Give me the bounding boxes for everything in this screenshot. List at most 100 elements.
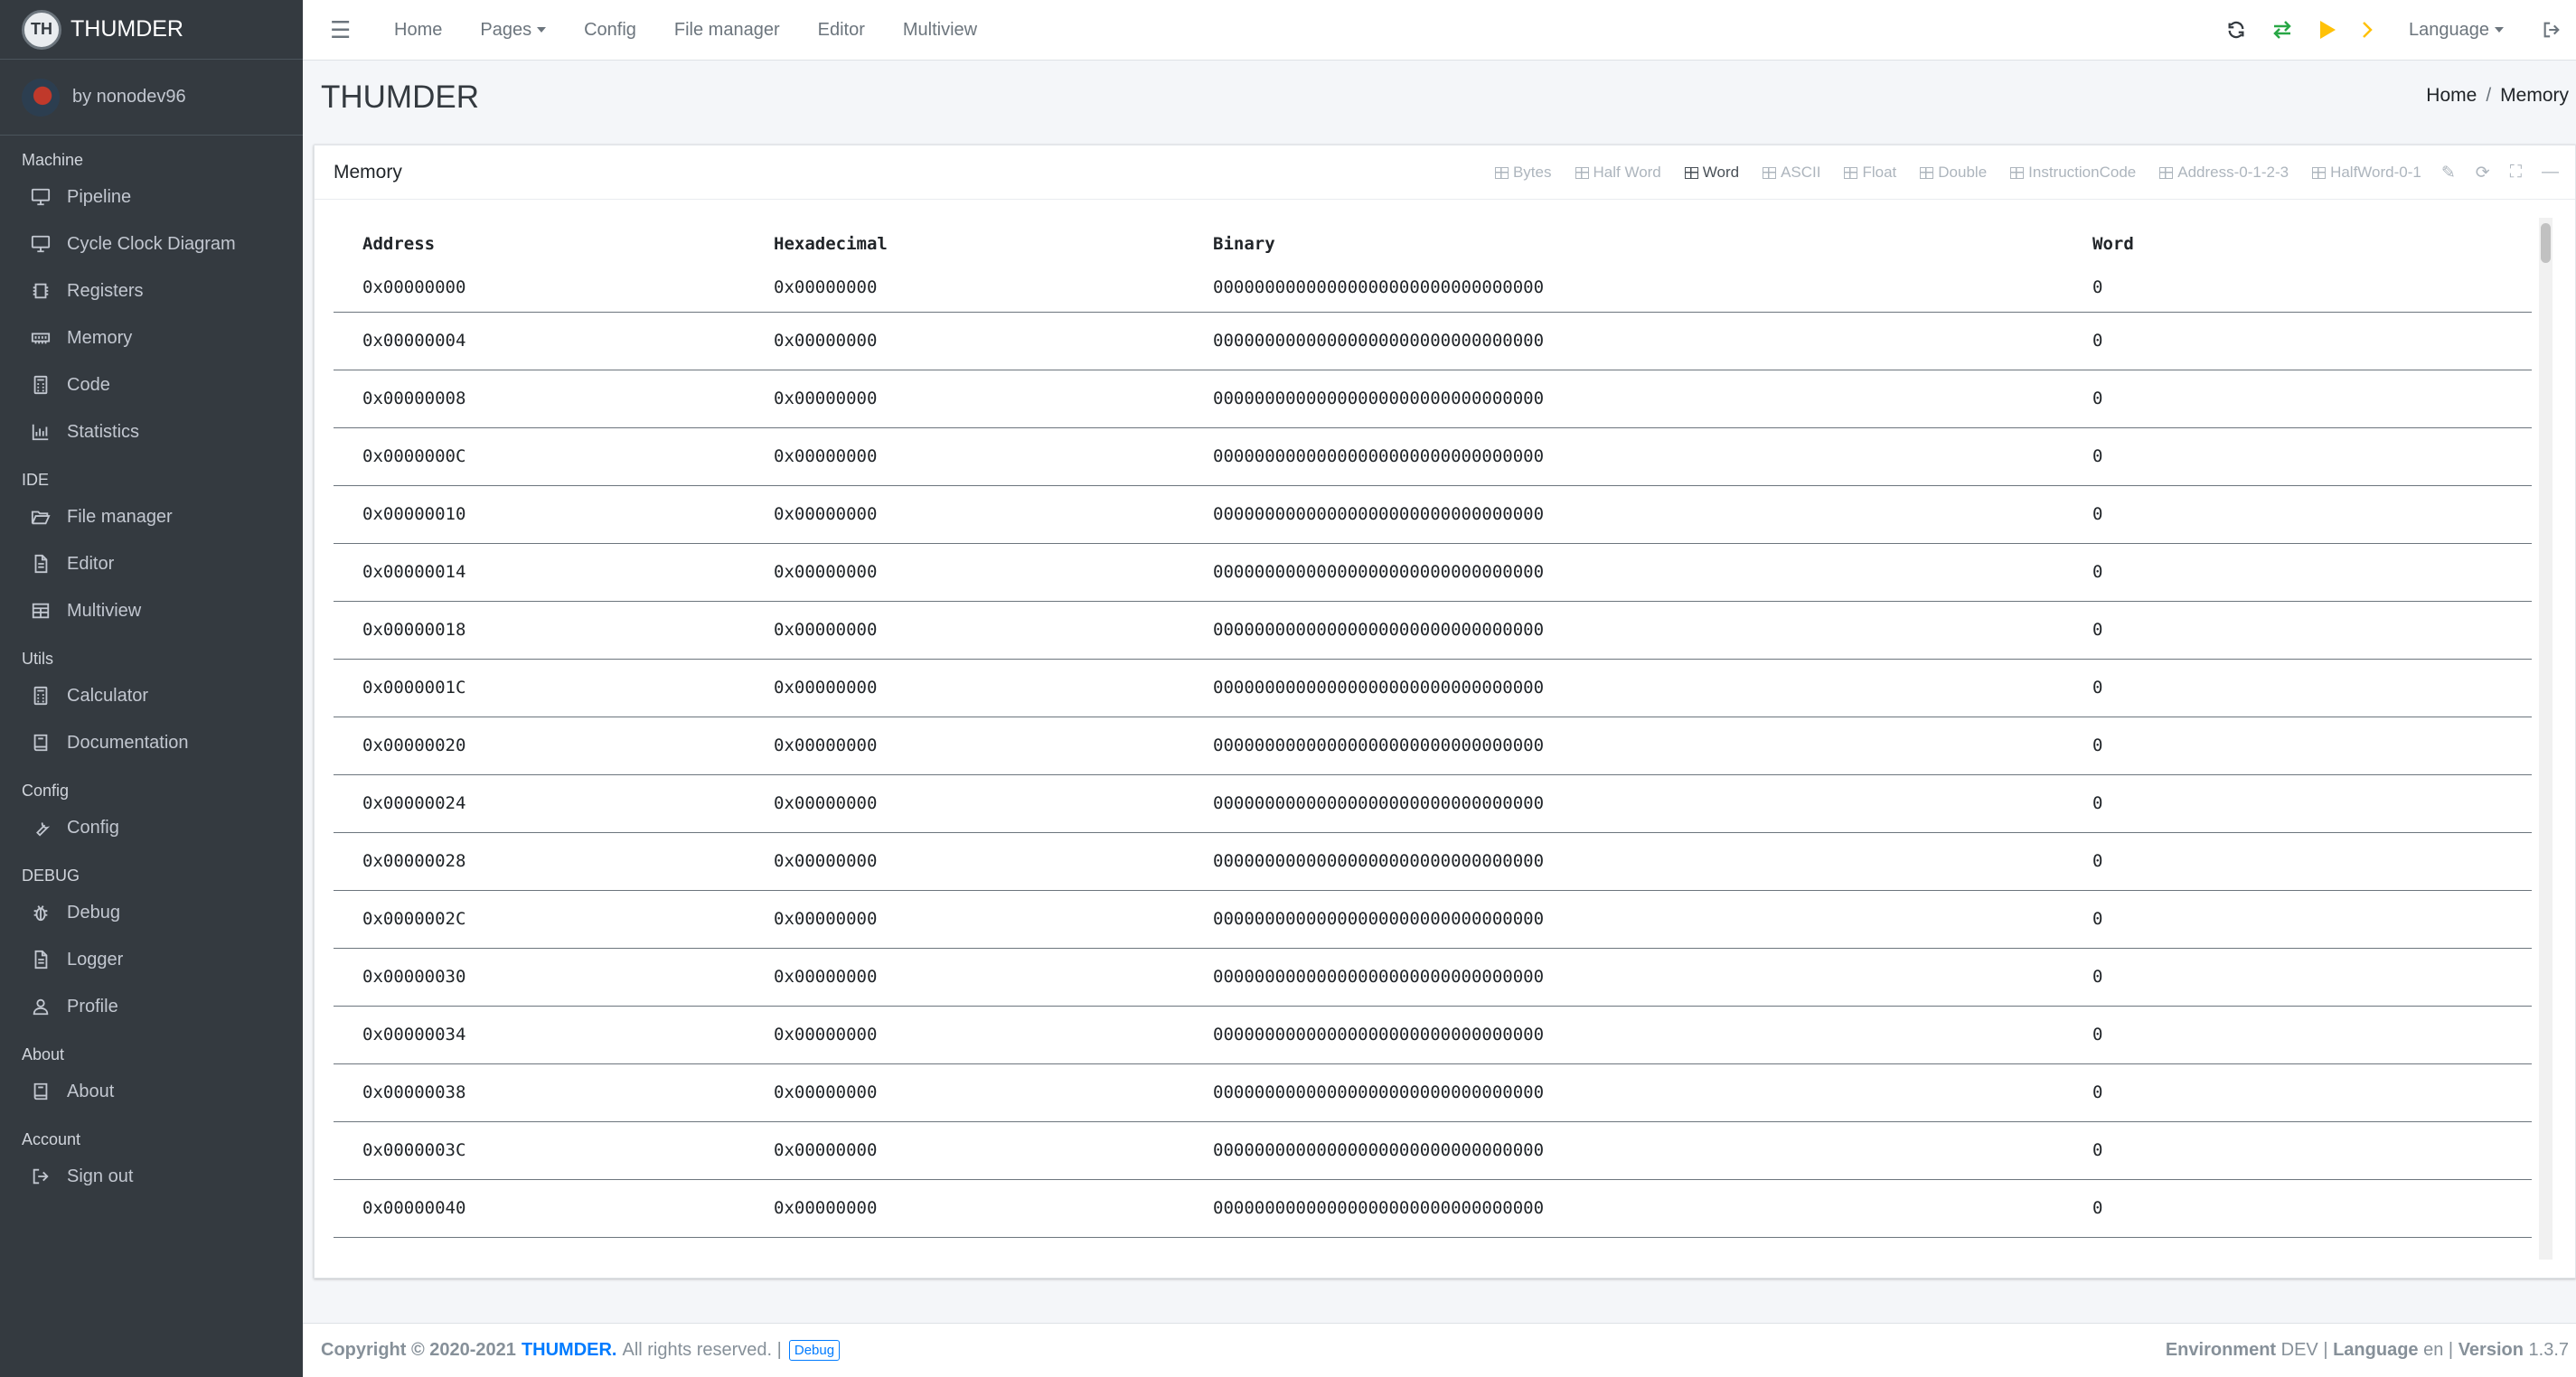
table-row[interactable]: 0x00000038 0x00000000 00000000000000000000… <box>334 1063 2532 1122</box>
cell-address: 0x00000028 <box>334 832 745 891</box>
cell-hexadecimal: 0x00000000 <box>745 890 1184 949</box>
table-scrollbar[interactable] <box>2539 218 2552 1260</box>
menu-toggle-icon[interactable]: ☰ <box>330 16 357 44</box>
view-mode-address-0-1-2-3[interactable]: Address-0-1-2-3 <box>2159 164 2289 182</box>
cell-word: 0 <box>2064 832 2532 891</box>
table-row[interactable]: 0x00000040 0x00000000 00000000000000000000… <box>334 1179 2532 1238</box>
scrollbar-thumb[interactable] <box>2541 223 2551 263</box>
cell-binary: 00000000000000000000000000000000 <box>1184 427 2064 486</box>
nav-link-pages-dropdown[interactable]: Pages <box>480 20 546 41</box>
table-row[interactable]: 0x00000028 0x00000000 00000000000000000000… <box>334 832 2532 891</box>
view-mode-label: Half Word <box>1593 164 1661 181</box>
sidebar-item-debug[interactable]: Debug <box>0 889 303 936</box>
view-mode-word[interactable]: Word <box>1684 164 1740 182</box>
column-header-binary[interactable]: Binary <box>1184 207 2064 263</box>
sidebar-item-file-manager[interactable]: File manager <box>0 493 303 540</box>
view-mode-instructioncode[interactable]: InstructionCode <box>2010 164 2136 182</box>
column-header-address[interactable]: Address <box>334 207 745 263</box>
column-header-word[interactable]: Word <box>2064 207 2532 263</box>
cell-address: 0x00000030 <box>334 948 745 1007</box>
memory-table-container[interactable]: Address Hexadecimal Binary Word 0x000000… <box>334 207 2532 1269</box>
sidebar-item-editor[interactable]: Editor <box>0 540 303 587</box>
sidebar-item-profile[interactable]: Profile <box>0 983 303 1030</box>
table-row[interactable]: 0x0000002C 0x00000000 00000000000000000000… <box>334 890 2532 949</box>
sidebar-item-label: Documentation <box>67 732 189 753</box>
table-row[interactable]: 0x00000034 0x00000000 00000000000000000000… <box>334 1006 2532 1064</box>
sidebar-item-sign-out[interactable]: Sign out <box>0 1153 303 1200</box>
table-row[interactable]: 0x00000020 0x00000000 00000000000000000000… <box>334 717 2532 775</box>
cell-binary: 00000000000000000000000000000000 <box>1184 1006 2064 1064</box>
table-row[interactable]: 0x00000014 0x00000000 00000000000000000000… <box>334 543 2532 602</box>
cell-address: 0x00000000 <box>334 263 745 313</box>
sidebar-item-multiview[interactable]: Multiview <box>0 587 303 634</box>
view-mode-ascii[interactable]: ASCII <box>1763 164 1820 182</box>
table-icon <box>1844 166 1858 179</box>
cell-hexadecimal: 0x00000000 <box>745 601 1184 660</box>
table-row[interactable]: 0x00000000 0x00000000 00000000000000000000… <box>334 263 2532 313</box>
minus-icon[interactable]: — <box>2542 163 2559 183</box>
exchange-icon[interactable] <box>2271 20 2293 40</box>
play-icon[interactable] <box>2318 20 2336 40</box>
sidebar-item-logger[interactable]: Logger <box>0 936 303 983</box>
nav-link-config[interactable]: Config <box>584 20 636 41</box>
sign-out-icon[interactable] <box>2542 20 2562 40</box>
card-tools: Bytes Half Word Word ASCII Float Double Instru… <box>1471 145 2575 200</box>
nav-link-editor[interactable]: Editor <box>818 20 865 41</box>
footer-brand-link[interactable]: THUMDER. <box>522 1340 617 1361</box>
view-mode-label: Word <box>1702 164 1740 181</box>
sync-icon[interactable] <box>2226 20 2246 40</box>
file-icon <box>29 554 52 574</box>
cell-binary: 00000000000000000000000000000000 <box>1184 543 2064 602</box>
nav-header-about: About <box>22 1045 65 1063</box>
user-icon <box>29 997 52 1016</box>
nav-link-home[interactable]: Home <box>394 20 442 41</box>
view-mode-float[interactable]: Float <box>1844 164 1896 182</box>
chevron-right-icon[interactable] <box>2362 21 2373 39</box>
language-dropdown[interactable]: Language <box>2409 20 2504 41</box>
sidebar-item-memory[interactable]: Memory <box>0 314 303 361</box>
view-mode-half-word[interactable]: Half Word <box>1575 164 1661 182</box>
sidebar-item-documentation[interactable]: Documentation <box>0 719 303 766</box>
user-panel[interactable]: by nonodev96 <box>0 60 303 136</box>
sidebar-item-cycle-clock-diagram[interactable]: Cycle Clock Diagram <box>0 220 303 267</box>
sidebar-item-label: Code <box>67 374 110 395</box>
table-row[interactable]: 0x0000000C 0x00000000 00000000000000000000… <box>334 427 2532 486</box>
nav-header-utils: Utils <box>22 650 53 668</box>
table-row[interactable]: 0x00000018 0x00000000 00000000000000000000… <box>334 601 2532 660</box>
column-header-hexadecimal[interactable]: Hexadecimal <box>745 207 1184 263</box>
card-title: Memory <box>334 161 402 183</box>
maximize-icon[interactable]: ⛶ <box>2510 163 2522 183</box>
sidebar-item-label: Debug <box>67 902 120 923</box>
table-header-row: Address Hexadecimal Binary Word <box>334 207 2532 263</box>
table-row[interactable]: 0x00000024 0x00000000 00000000000000000000… <box>334 774 2532 833</box>
table-row[interactable]: 0x00000010 0x00000000 00000000000000000000… <box>334 485 2532 544</box>
nav-link-multiview[interactable]: Multiview <box>903 20 977 41</box>
refresh-icon[interactable]: ⟳ <box>2476 163 2490 183</box>
brand-link[interactable]: TH THUMDER <box>0 0 303 60</box>
sidebar-item-code[interactable]: Code <box>0 361 303 408</box>
sidebar-item-label: Memory <box>67 327 133 348</box>
sidebar-item-calculator[interactable]: Calculator <box>0 672 303 719</box>
sidebar-item-statistics[interactable]: Statistics <box>0 408 303 455</box>
edit-icon[interactable]: ✎ <box>2441 163 2456 183</box>
sidebar-item-label: Logger <box>67 949 124 970</box>
table-row[interactable]: 0x00000004 0x00000000 00000000000000000000… <box>334 312 2532 370</box>
view-mode-bytes[interactable]: Bytes <box>1494 164 1552 182</box>
sidebar-item-config[interactable]: Config <box>0 804 303 851</box>
table-row[interactable]: 0x00000008 0x00000000 00000000000000000000… <box>334 370 2532 428</box>
user-name: by nonodev96 <box>72 87 186 107</box>
view-mode-double[interactable]: Double <box>1920 164 1987 182</box>
memory-card: Memory Bytes Half Word Word ASCII Float Doubl… <box>314 145 2576 1279</box>
table-row[interactable]: 0x0000003C 0x00000000 00000000000000000000… <box>334 1121 2532 1180</box>
nav-link-file-manager[interactable]: File manager <box>674 20 780 41</box>
sidebar-item-about[interactable]: About <box>0 1068 303 1115</box>
chip-icon <box>29 281 52 301</box>
sidebar-item-registers[interactable]: Registers <box>0 267 303 314</box>
table-row[interactable]: 0x00000030 0x00000000 00000000000000000000… <box>334 948 2532 1007</box>
view-mode-halfword-0-1[interactable]: HalfWord-0-1 <box>2312 164 2421 182</box>
sidebar-item-label: About <box>67 1081 115 1101</box>
table-row[interactable]: 0x0000001C 0x00000000 00000000000000000000… <box>334 659 2532 717</box>
sidebar-item-label: Multiview <box>67 600 142 621</box>
sidebar-item-pipeline[interactable]: Pipeline <box>0 173 303 220</box>
breadcrumb-home[interactable]: Home <box>2426 85 2477 106</box>
